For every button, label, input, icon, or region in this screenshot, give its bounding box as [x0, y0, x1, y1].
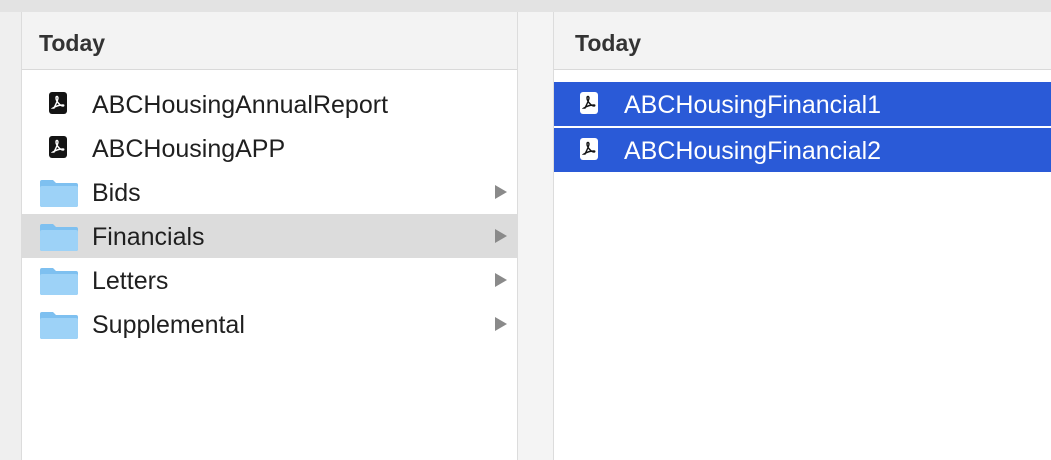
previous-column-edge[interactable]	[0, 12, 22, 460]
column-resize-gutter[interactable]	[517, 12, 554, 460]
list-item-abchousingannualreport[interactable]: ABCHousingAnnualReport	[22, 82, 517, 126]
column-header-label: Today	[39, 30, 106, 56]
folder-icon	[39, 178, 79, 208]
finder-column-right: Today ABCHousingFinancial1 ABCHousingFin…	[554, 12, 1051, 460]
item-label: Financials	[92, 223, 205, 251]
finder-column-left: Today ABCHousingAnnualReport ABCHousingA…	[22, 12, 517, 460]
list-item-abchousingapp[interactable]: ABCHousingAPP	[22, 126, 517, 170]
chevron-right-icon	[495, 185, 507, 199]
folder-icon	[39, 222, 79, 252]
list-item-bids[interactable]: Bids	[22, 170, 517, 214]
chevron-right-icon	[495, 273, 507, 287]
item-label: Supplemental	[92, 311, 245, 339]
column-header: Today	[22, 12, 517, 70]
list-item-letters[interactable]: Letters	[22, 258, 517, 302]
folder-icon	[39, 266, 79, 296]
chevron-right-icon	[495, 229, 507, 243]
item-label: ABCHousingFinancial1	[624, 91, 882, 119]
pdf-file-icon	[49, 92, 67, 114]
folder-icon	[39, 310, 79, 340]
list-item-supplemental[interactable]: Supplemental	[22, 302, 517, 346]
list-item-abchousingfinancial2[interactable]: ABCHousingFinancial2	[554, 128, 1051, 172]
column-header-label: Today	[575, 30, 642, 56]
list-item-abchousingfinancial1[interactable]: ABCHousingFinancial1	[554, 82, 1051, 126]
item-label: Letters	[92, 267, 169, 295]
pdf-file-icon	[580, 92, 598, 114]
list-item-financials[interactable]: Financials	[22, 214, 517, 258]
pdf-file-icon	[49, 136, 67, 158]
item-label: ABCHousingFinancial2	[624, 137, 882, 165]
column-header: Today	[554, 12, 1051, 70]
chevron-right-icon	[495, 317, 507, 331]
item-label: Bids	[92, 179, 141, 207]
item-label: ABCHousingAPP	[92, 135, 286, 163]
file-list: ABCHousingAnnualReport ABCHousingAPP Bid…	[22, 82, 517, 346]
item-label: ABCHousingAnnualReport	[92, 91, 389, 119]
file-list: ABCHousingFinancial1 ABCHousingFinancial…	[554, 82, 1051, 172]
pdf-file-icon	[580, 138, 598, 160]
window-top-strip	[0, 0, 1051, 12]
